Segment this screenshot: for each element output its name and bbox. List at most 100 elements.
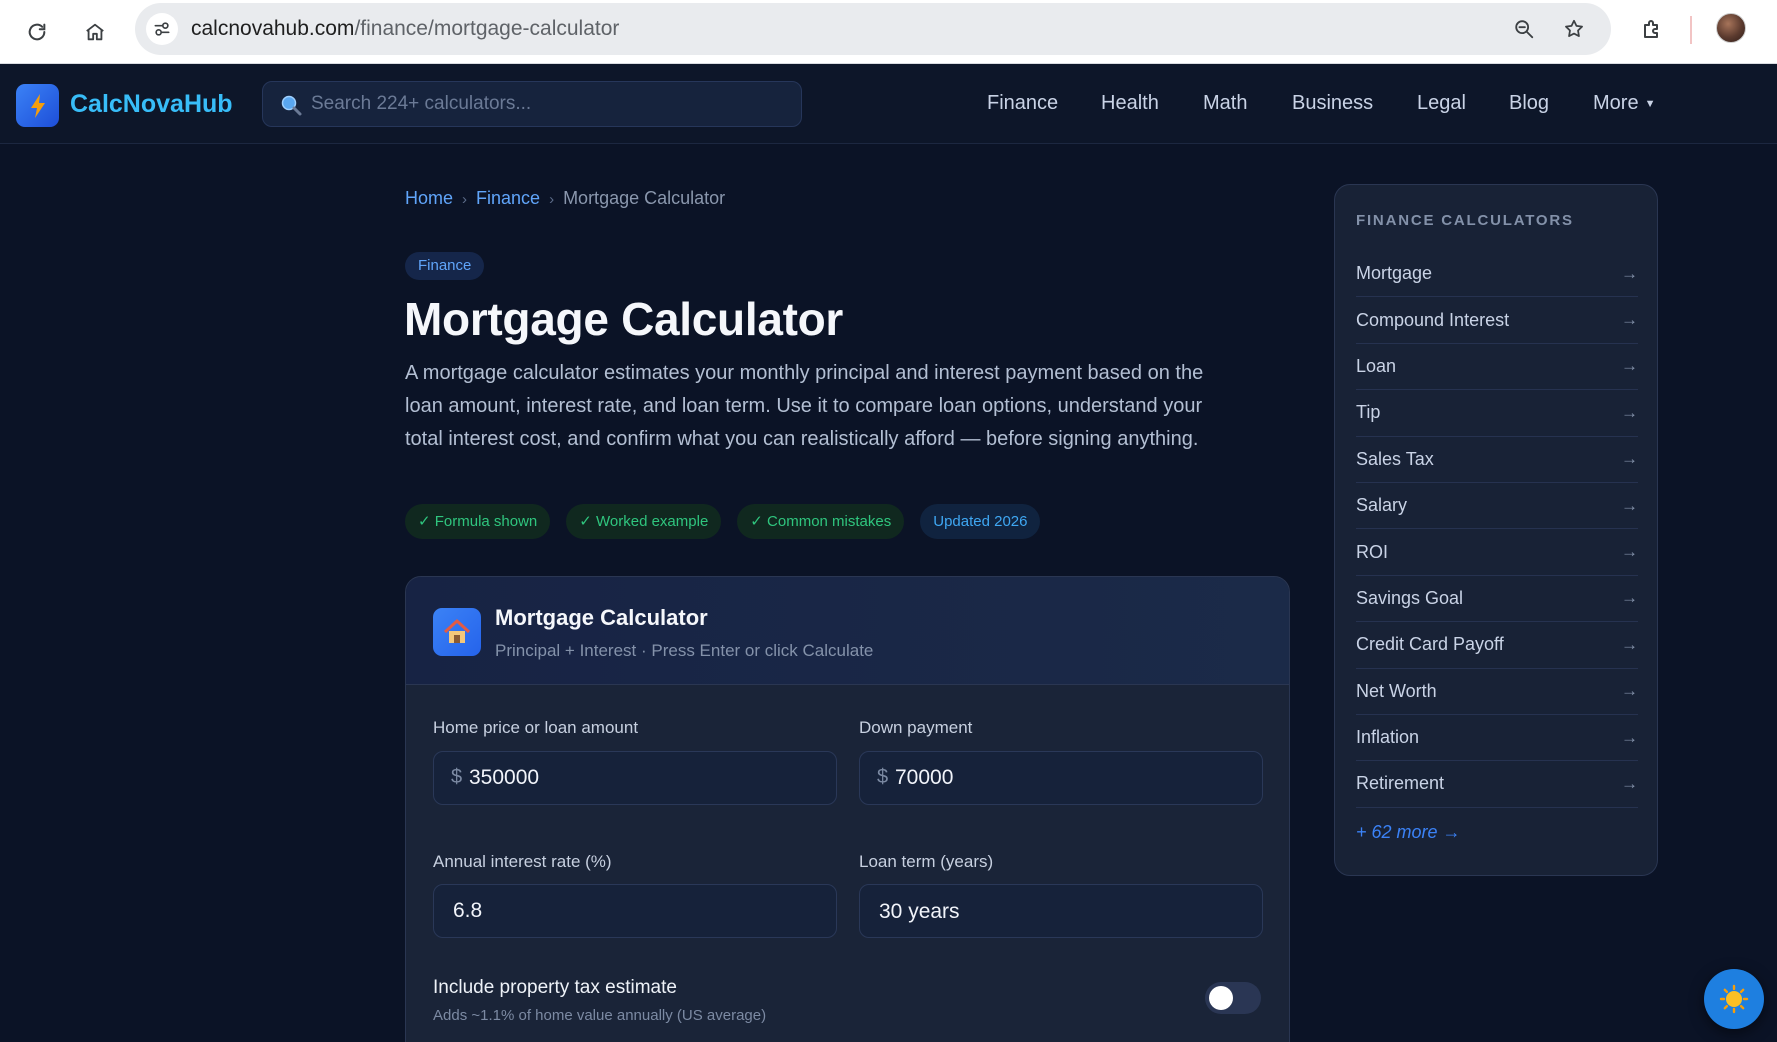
search-bar[interactable] — [262, 81, 802, 127]
tag-updated: Updated 2026 — [920, 504, 1041, 539]
home-price-label: Home price or loan amount — [433, 718, 639, 737]
tag-formula-shown: ✓ Formula shown — [405, 504, 551, 539]
sidebar-item-mortgage[interactable]: Mortgage → — [1356, 251, 1638, 298]
dollar-prefix: $ — [451, 766, 463, 788]
sidebar-more-link[interactable]: + 62 more → — [1356, 822, 1461, 843]
sidebar-item-label: Loan — [1356, 355, 1397, 376]
toggle-knob — [1209, 986, 1233, 1010]
property-tax-toggle-title: Include property tax estimate — [433, 977, 677, 998]
puzzle-icon[interactable] — [1634, 12, 1670, 48]
down-payment-label: Down payment — [859, 718, 973, 737]
property-tax-toggle-subtitle: Adds ~1.1% of home value annually (US av… — [433, 1007, 767, 1024]
loan-term-select[interactable]: 30 years — [859, 884, 1263, 938]
nav-more-label: More — [1593, 92, 1639, 114]
breadcrumb-home[interactable]: Home — [405, 188, 453, 208]
arrow-right-icon: → — [1621, 495, 1638, 515]
calculator-card: Mortgage Calculator Principal + Interest… — [405, 576, 1290, 1042]
lightning-bolt-icon[interactable] — [16, 84, 59, 127]
sidebar-item-loan[interactable]: Loan → — [1356, 344, 1638, 391]
sidebar-item-compound-interest[interactable]: Compound Interest → — [1356, 297, 1638, 344]
nav-health[interactable]: Health — [1101, 92, 1159, 115]
calculator-title: Mortgage Calculator — [495, 605, 708, 630]
sidebar-item-label: Salary — [1356, 495, 1408, 516]
url-text[interactable]: calcnovahub.com/finance/mortgage-calcula… — [191, 17, 619, 41]
address-bar[interactable]: calcnovahub.com/finance/mortgage-calcula… — [135, 3, 1611, 55]
caret-down-icon: ▼ — [1644, 97, 1656, 110]
arrow-right-icon: → — [1621, 727, 1638, 747]
interest-rate-label: Annual interest rate (%) — [433, 852, 612, 871]
sidebar-list: Mortgage → Compound Interest → Loan → Tip → … — [1356, 251, 1638, 808]
property-tax-toggle[interactable] — [1205, 982, 1261, 1014]
tag-common-mistakes: ✓ Common mistakes — [737, 504, 905, 539]
sidebar-item-tip[interactable]: Tip → — [1356, 390, 1638, 437]
reload-icon[interactable] — [17, 12, 57, 52]
sidebar-item-sales-tax[interactable]: Sales Tax → — [1356, 437, 1638, 483]
dollar-prefix: $ — [877, 766, 889, 788]
down-payment-input[interactable] — [895, 752, 1245, 804]
category-badge: Finance — [405, 252, 485, 280]
arrow-right-icon: → — [1621, 588, 1638, 608]
finance-calculators-sidebar: FINANCE CALCULATORS Mortgage → Compound I… — [1334, 184, 1658, 876]
sun-icon — [1719, 984, 1749, 1014]
page-intro: A mortgage calculator estimates your mon… — [405, 362, 1204, 450]
arrow-right-icon: → — [1621, 634, 1638, 654]
arrow-right-icon: → — [1621, 449, 1638, 469]
arrow-right-icon: → — [1621, 310, 1638, 330]
arrow-right-icon: → — [1621, 681, 1638, 701]
interest-rate-field[interactable] — [433, 884, 837, 938]
sidebar-item-label: Savings Goal — [1356, 587, 1464, 608]
sidebar-item-retirement[interactable]: Retirement → — [1356, 761, 1638, 808]
arrow-right-icon: → — [1621, 356, 1638, 376]
nav-math[interactable]: Math — [1203, 92, 1247, 115]
arrow-right-icon: → — [1621, 402, 1638, 422]
sidebar-item-credit-card-payoff[interactable]: Credit Card Payoff → — [1356, 622, 1638, 669]
sidebar-item-net-worth[interactable]: Net Worth → — [1356, 669, 1638, 715]
theme-toggle-button[interactable] — [1704, 969, 1764, 1029]
breadcrumb-separator: › — [549, 191, 555, 208]
star-icon[interactable] — [1559, 14, 1589, 44]
browser-toolbar: calcnovahub.com/finance/mortgage-calcula… — [0, 0, 1777, 64]
nav-business[interactable]: Business — [1292, 92, 1373, 115]
nav-finance[interactable]: Finance — [987, 92, 1058, 115]
sidebar-title: FINANCE CALCULATORS — [1356, 212, 1574, 229]
arrow-right-icon: → — [1621, 773, 1638, 793]
arrow-right-icon: → — [1621, 542, 1638, 562]
sidebar-item-savings-goal[interactable]: Savings Goal → — [1356, 576, 1638, 623]
sidebar-item-roi[interactable]: ROI → — [1356, 529, 1638, 576]
home-icon[interactable] — [75, 12, 115, 52]
toolbar-divider — [1690, 16, 1692, 44]
sidebar-item-label: ROI — [1356, 541, 1389, 562]
arrow-right-icon: → — [1621, 263, 1638, 283]
sidebar-item-label: Compound Interest — [1356, 309, 1510, 330]
site-settings-icon[interactable] — [146, 13, 178, 45]
sidebar-item-label: Sales Tax — [1356, 448, 1434, 469]
down-payment-field[interactable]: $ — [859, 751, 1263, 805]
sidebar-item-label: Inflation — [1356, 727, 1420, 748]
zoom-icon[interactable] — [1509, 14, 1539, 44]
nav-legal[interactable]: Legal — [1417, 92, 1466, 115]
url-path: /finance/mortgage-calculator — [354, 17, 620, 40]
home-price-input[interactable] — [469, 752, 819, 804]
sidebar-item-inflation[interactable]: Inflation → — [1356, 715, 1638, 762]
sidebar-item-label: Retirement — [1356, 773, 1445, 794]
home-price-field[interactable]: $ — [433, 751, 837, 805]
profile-avatar[interactable] — [1716, 13, 1746, 43]
breadcrumb-finance[interactable]: Finance — [476, 188, 540, 208]
search-input[interactable] — [311, 82, 791, 126]
tag-worked-example: ✓ Worked example — [566, 504, 722, 539]
url-domain: calcnovahub.com — [191, 17, 355, 40]
sidebar-item-label: Net Worth — [1356, 680, 1437, 701]
sidebar-item-salary[interactable]: Salary → — [1356, 483, 1638, 530]
sidebar-item-label: Mortgage — [1356, 263, 1433, 284]
magnifier-icon — [281, 95, 302, 116]
site-logo[interactable]: CalcNovaHub — [70, 90, 233, 119]
calculator-subtitle: Principal + Interest · Press Enter or cl… — [495, 641, 874, 660]
house-icon — [433, 608, 481, 656]
nav-blog[interactable]: Blog — [1509, 92, 1549, 115]
breadcrumb-separator: › — [462, 191, 468, 208]
page-title: Mortgage Calculator — [404, 293, 844, 345]
calculator-header: Mortgage Calculator Principal + Interest… — [406, 577, 1289, 685]
breadcrumb-current: Mortgage Calculator — [563, 188, 726, 208]
interest-rate-input[interactable] — [453, 885, 813, 937]
nav-more[interactable]: More ▼ — [1593, 92, 1655, 115]
